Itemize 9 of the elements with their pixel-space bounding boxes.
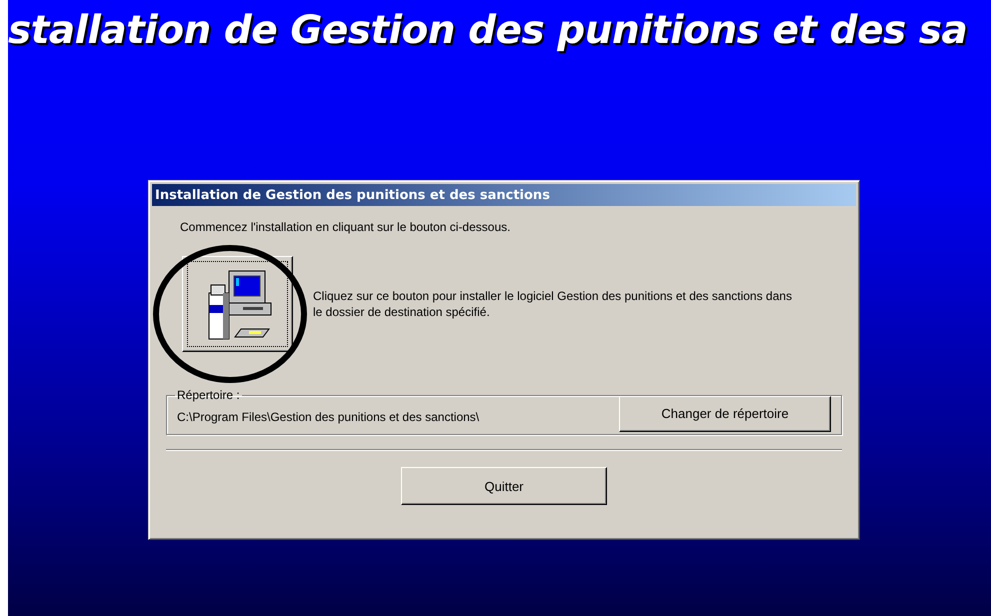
directory-label: Répertoire :: [176, 388, 241, 402]
install-description: Cliquez sur ce bouton pour installer le logiciel Gestion des punitions et des sanctions dans le dossier de destination spécifié.: [313, 288, 793, 320]
intro-text: Commencez l'installation en cliquant sur le bouton ci-dessous.: [180, 220, 512, 234]
dialog-title: Installation de Gestion des punitions et des sanctions: [152, 184, 856, 206]
change-directory-button[interactable]: Changer de répertoire: [619, 396, 831, 432]
banner-title: stallation de Gestion des punitions et des sa: [8, 7, 968, 53]
directory-path: C:\Program Files\Gestion des punitions et des sanctions\: [177, 410, 480, 424]
quit-button[interactable]: Quitter: [401, 467, 607, 505]
install-button[interactable]: [182, 256, 293, 352]
